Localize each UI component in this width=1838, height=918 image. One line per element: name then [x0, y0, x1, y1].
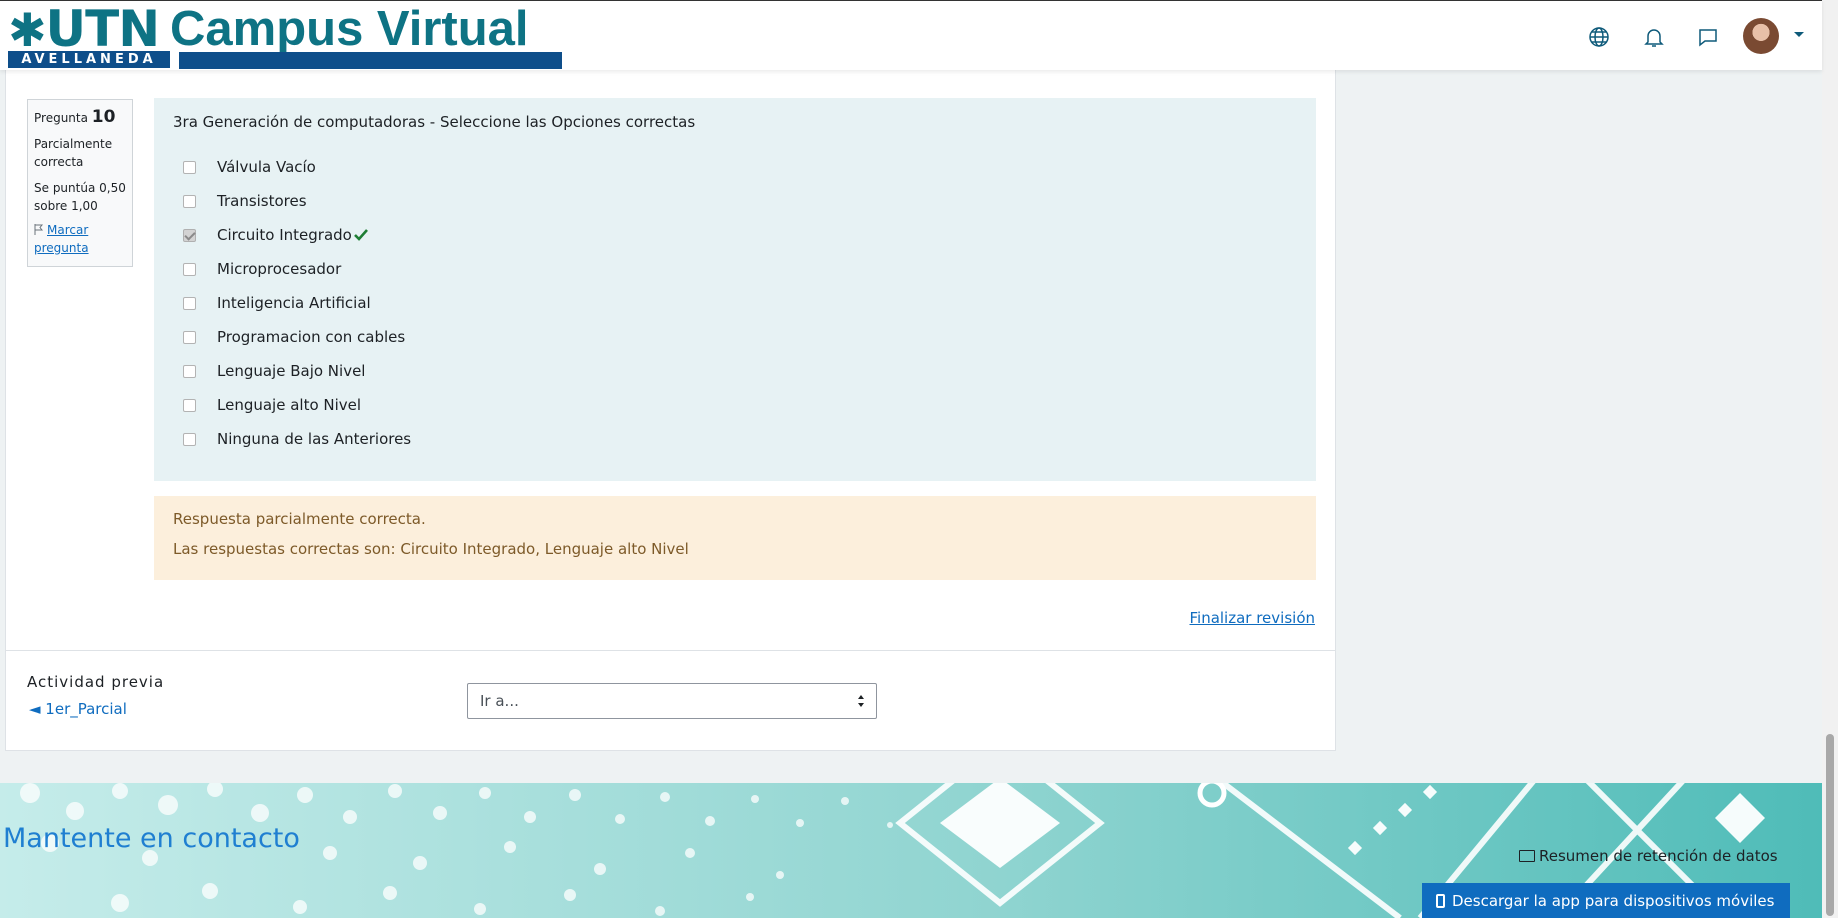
logo-utn: ✱UTN: [8, 0, 160, 58]
logo-underline-bar: [179, 52, 562, 69]
answer-checkbox[interactable]: [183, 398, 196, 412]
question-feedback: Respuesta parcialmente correcta. Las res…: [154, 496, 1316, 580]
flag-question[interactable]: Marcar pregunta: [34, 221, 126, 257]
finish-review-link[interactable]: Finalizar revisión: [1189, 609, 1315, 627]
answer-option: Transistores: [173, 184, 1297, 218]
flag-icon: [34, 222, 44, 235]
answer-option: Ninguna de las Anteriores: [173, 422, 1297, 456]
answer-checkbox[interactable]: [183, 330, 196, 344]
scrollbar-thumb[interactable]: [1826, 734, 1834, 916]
answer-label: Circuito Integrado: [217, 226, 352, 244]
answer-option: Lenguaje Bajo Nivel: [173, 354, 1297, 388]
prev-activity-label: Actividad previa: [27, 673, 165, 691]
logo-title: Campus Virtual: [170, 2, 529, 56]
answer-checkbox[interactable]: [183, 262, 196, 276]
answer-label: Transistores: [217, 192, 307, 210]
prev-activity-link[interactable]: ◄ 1er_Parcial: [29, 700, 127, 718]
answer-label: Ninguna de las Anteriores: [217, 430, 412, 448]
question-state: Parcialmente correcta: [34, 137, 113, 169]
answer-checkbox[interactable]: [183, 296, 196, 310]
answer-label: Programacion con cables: [217, 328, 406, 346]
feedback-correct-answers: Las respuestas correctas son: Circuito I…: [173, 540, 689, 558]
answer-label: Lenguaje alto Nivel: [217, 396, 362, 414]
question-grade: Se puntúa 0,50 sobre 1,00: [34, 181, 126, 213]
answer-option: Inteligencia Artificial: [173, 286, 1297, 320]
answer-option: Lenguaje alto Nivel: [173, 388, 1297, 422]
answer-checkbox[interactable]: [183, 194, 196, 208]
quiz-review-card: Pregunta 10 Parcialmente correcta Se pun…: [5, 70, 1336, 751]
footer-contact-title: Mantente en contacto: [3, 823, 300, 854]
answer-option: Circuito Integrado: [173, 218, 1297, 252]
answer-label: Microprocesador: [217, 260, 342, 278]
jump-to-select[interactable]: Ir a...: [467, 683, 877, 719]
bell-icon[interactable]: [1642, 25, 1666, 49]
mobile-app-label: Descargar la app para dispositivos móvil…: [1452, 892, 1775, 910]
answer-label: Válvula Vacío: [217, 158, 316, 176]
page-footer: Mantente en contacto Resumen de retenció…: [0, 783, 1822, 918]
question-formulation: 3ra Generación de computadoras - Selecci…: [154, 98, 1316, 481]
site-logo[interactable]: ✱UTN AVELLANEDA Campus Virtual: [8, 0, 562, 69]
page-scrollbar[interactable]: [1822, 0, 1838, 918]
answer-label: Inteligencia Artificial: [217, 294, 371, 312]
logo-city: AVELLANEDA: [8, 51, 170, 68]
answer-label: Lenguaje Bajo Nivel: [217, 362, 366, 380]
chat-icon[interactable]: [1696, 25, 1720, 49]
question-text: 3ra Generación de computadoras - Selecci…: [173, 113, 696, 131]
answer-checkbox[interactable]: [183, 228, 196, 242]
feedback-summary: Respuesta parcialmente correcta.: [173, 510, 426, 528]
correct-check-icon: [353, 229, 368, 241]
globe-icon[interactable]: [1587, 25, 1611, 49]
answer-checkbox[interactable]: [183, 160, 196, 174]
question-number: Pregunta 10: [34, 107, 116, 127]
chevron-down-icon[interactable]: [1794, 32, 1804, 37]
answer-option: Microprocesador: [173, 252, 1297, 286]
jump-to-value: Ir a...: [480, 692, 519, 710]
archive-icon: [1519, 850, 1535, 862]
answer-checkbox[interactable]: [183, 364, 196, 378]
answer-checkbox[interactable]: [183, 432, 196, 446]
top-navbar: ✱UTN AVELLANEDA Campus Virtual: [0, 0, 1822, 70]
divider: [6, 650, 1335, 651]
data-retention-label: Resumen de retención de datos: [1539, 847, 1778, 865]
answer-option: Programacion con cables: [173, 320, 1297, 354]
data-retention-link[interactable]: Resumen de retención de datos: [1519, 847, 1778, 865]
select-arrows-icon: [858, 695, 864, 707]
avatar[interactable]: [1743, 18, 1779, 54]
question-info: Pregunta 10 Parcialmente correcta Se pun…: [27, 99, 133, 267]
answer-option: Válvula Vacío: [173, 150, 1297, 184]
mobile-phone-icon: [1436, 894, 1445, 908]
mobile-app-button[interactable]: Descargar la app para dispositivos móvil…: [1422, 883, 1790, 918]
utn-emblem-icon: ✱: [8, 3, 47, 57]
answer-list: Válvula Vacío Transistores Circuito Integr…: [173, 150, 1297, 456]
